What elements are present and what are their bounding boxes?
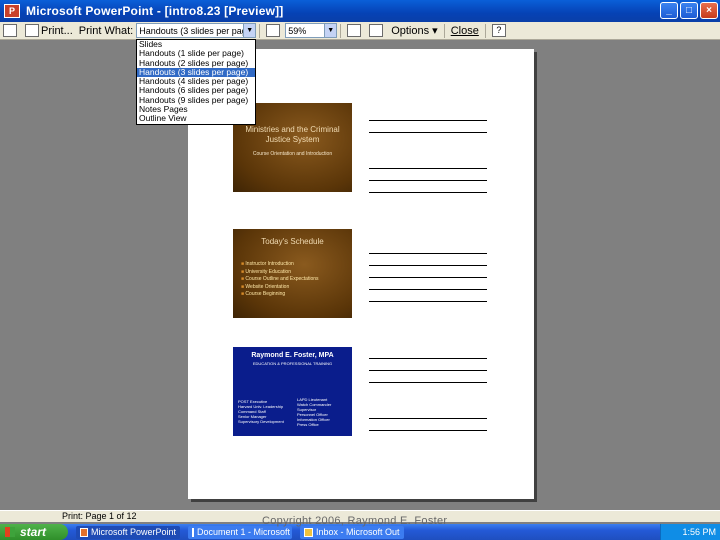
notes-lines-1 [369,109,487,193]
start-button[interactable]: start [0,524,68,540]
copyright-footer: Copyright 2006, Raymond E. Foster [262,515,448,527]
preview-area[interactable]: Ministries and the Criminal Justice Syst… [0,40,720,510]
word-icon [192,527,194,537]
maximize-button[interactable]: □ [680,2,698,19]
landscape-button[interactable] [344,23,366,39]
slide-column-right: LAPD Lieutenant Watch Commander Supervisor… [297,397,332,427]
minimize-button[interactable]: _ [660,2,678,19]
system-tray: 1:56 PM [660,524,720,540]
print-what-label: Print What: [78,24,134,37]
taskbar-item-word[interactable]: Document 1 - Microsoft [188,525,292,539]
chevron-down-icon[interactable]: ▼ [243,24,256,37]
previous-page-button[interactable] [0,23,22,39]
slide-title: Today's Schedule [261,237,324,246]
print-what-dropdown: Slides Handouts (1 slide per page) Handout… [136,39,256,125]
notes-lines-2 [369,242,487,302]
outlook-icon [304,527,313,537]
title-bar: P Microsoft PowerPoint - [intro8.23 [Pre… [0,0,720,22]
slide-title: Raymond E. Foster, MPA [251,352,334,359]
slide-bullet: University Education [233,269,352,277]
zoom-value: 59% [288,25,307,36]
slide-bullet: Instructor Introduction [233,261,352,269]
options-button[interactable]: Options ▾ [388,23,441,39]
print-what-value: Handouts (3 slides per page) [139,25,255,36]
slide-thumbnail-3: Raymond E. Foster, MPA EDUCATION & PROFE… [233,347,352,436]
slide-bullet: Course Outline and Expectations [233,276,352,284]
chevron-down-icon[interactable]: ▼ [324,24,337,37]
taskbar-item-outlook[interactable]: Inbox - Microsoft Out [300,525,404,539]
orientation-icon [347,24,362,37]
close-preview-button[interactable]: Close [448,23,482,39]
print-button[interactable]: Print... [22,23,76,39]
slide-column-left: POST Executive Harvard Univ. Leadership Co… [238,399,284,424]
page-indicator: Print: Page 1 of 12 [62,511,137,521]
page-icon [3,24,17,37]
powerpoint-icon [80,527,88,537]
portrait-button[interactable] [366,23,388,39]
color-icon [266,24,281,37]
dropdown-option[interactable]: Outline View [137,114,255,124]
close-window-button[interactable]: × [700,2,718,19]
slide-subtitle: EDUCATION & PROFESSIONAL TRAINING [252,361,333,366]
notes-lines-3 [369,347,487,431]
help-icon: ? [491,24,506,37]
slide-thumbnail-2: Today's Schedule Instructor Introduction… [233,229,352,318]
print-label: Print... [41,24,73,37]
slide-bullet: Website Orientation [233,284,352,292]
windows-logo-icon [5,527,15,537]
slide-subtitle: Course Orientation and Introduction [252,151,333,157]
help-button[interactable]: ? [489,23,511,39]
taskbar-item-powerpoint[interactable]: Microsoft PowerPoint [76,525,180,539]
zoom-select[interactable]: 59% ▼ [285,23,338,38]
print-what-select[interactable]: Handouts (3 slides per page) ▼ [136,23,257,38]
window-title: Microsoft PowerPoint - [intro8.23 [Previ… [26,4,284,18]
print-preview-toolbar: Print... Print What: Handouts (3 slides … [0,22,720,40]
close-label: Close [450,24,479,37]
printer-icon [25,24,39,37]
clock: 1:56 PM [682,527,716,537]
grayscale-button[interactable] [263,23,285,39]
options-label: Options [391,24,430,37]
orientation-icon [369,24,384,37]
powerpoint-icon[interactable]: P [4,4,20,18]
slide-bullet: Course Beginning [233,291,352,299]
